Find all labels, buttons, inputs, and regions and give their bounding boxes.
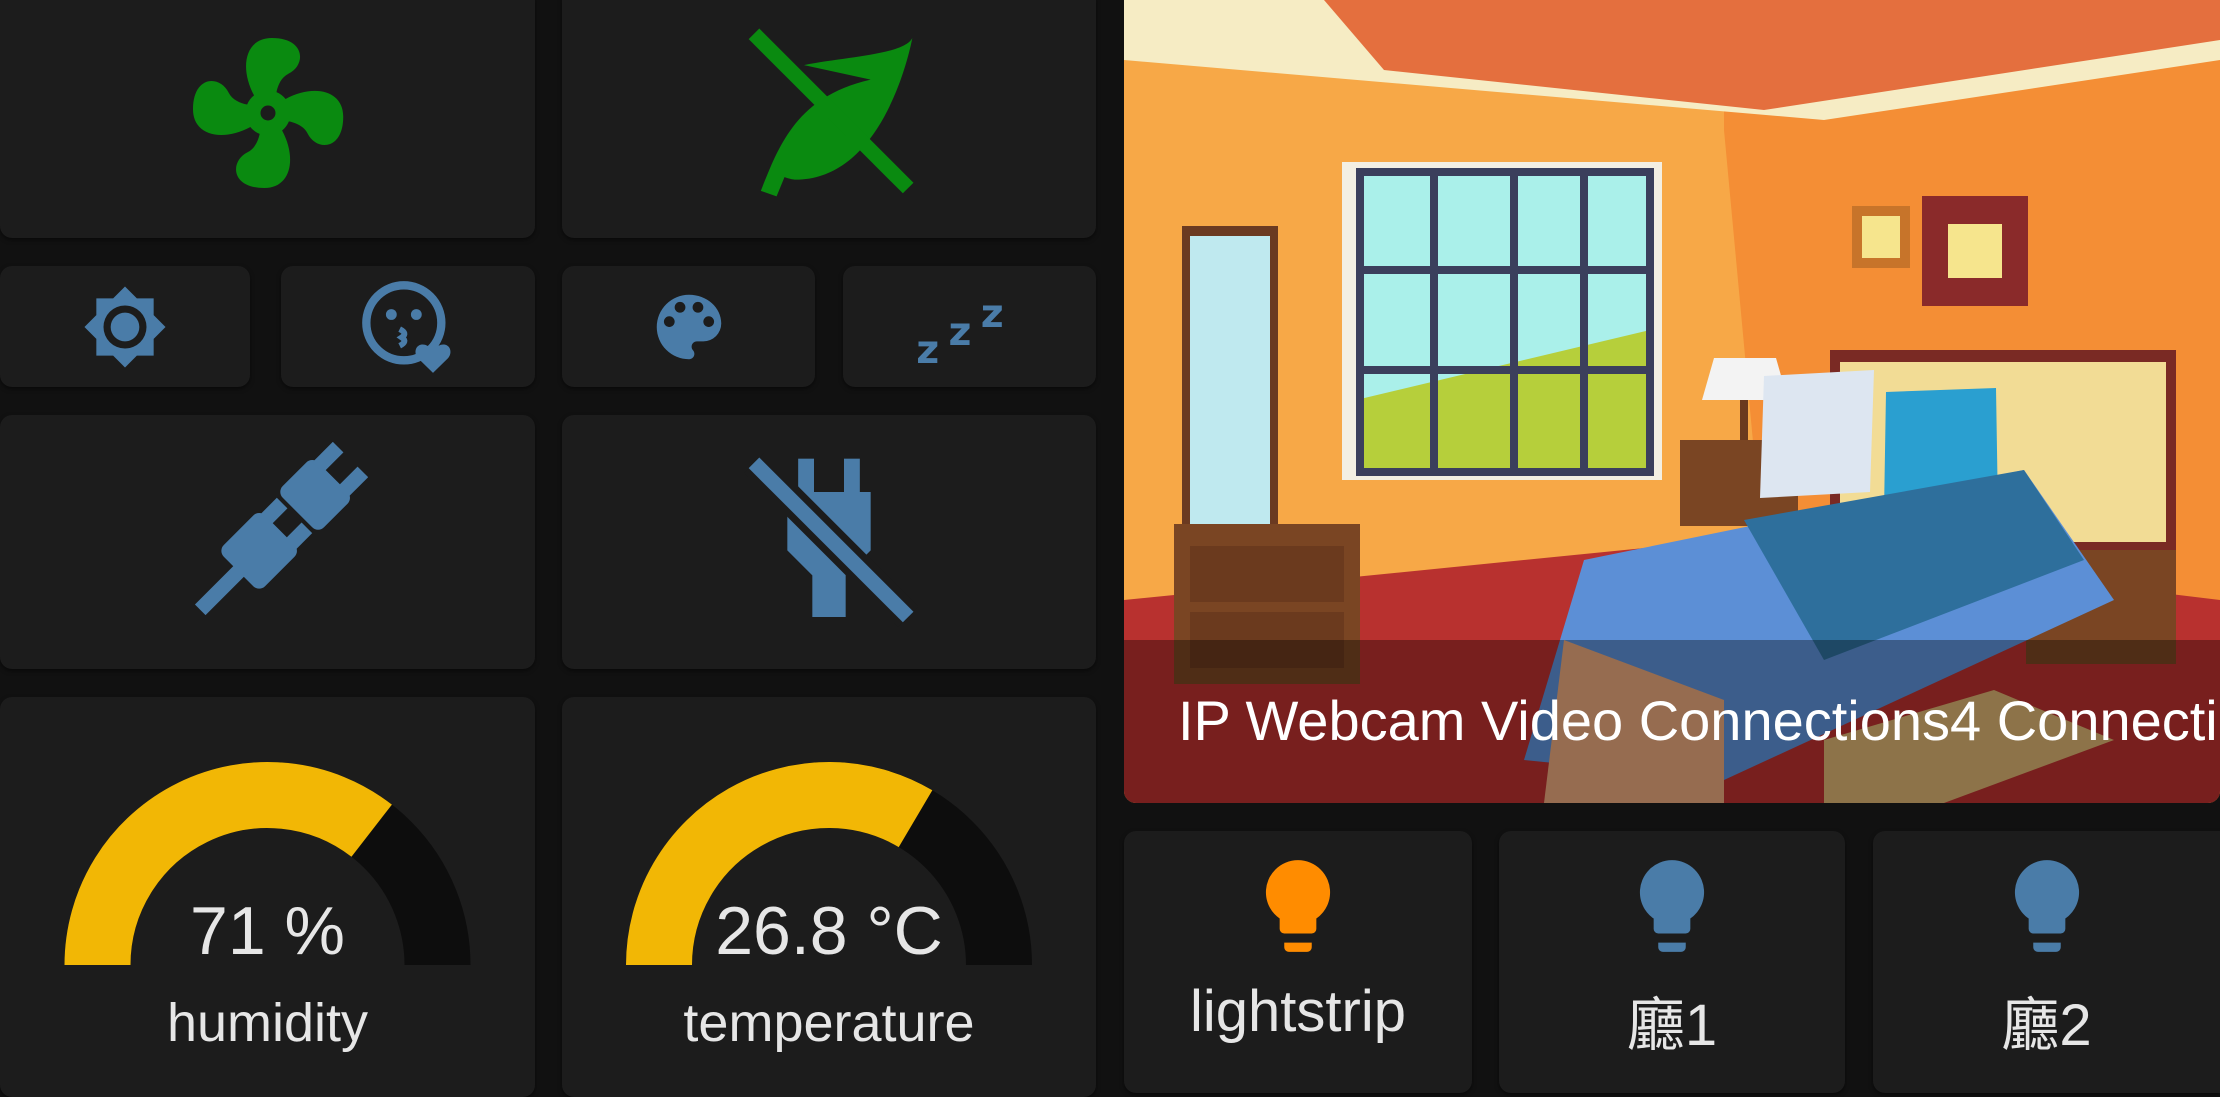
temperature-value: 26.8 °C: [715, 893, 943, 969]
fan-icon: [178, 23, 358, 203]
light-label: 廳2: [2001, 993, 2092, 1058]
kiss-button[interactable]: [281, 266, 535, 387]
temperature-label: temperature: [683, 993, 975, 1053]
lightbulb-icon: [1992, 851, 2102, 961]
light-button-hall2[interactable]: 廳2: [1873, 831, 2220, 1093]
leaf-off-button[interactable]: [562, 0, 1096, 238]
power-plug-off-button[interactable]: [562, 415, 1096, 669]
sleep-icon: z z z: [915, 284, 1025, 370]
svg-text:z: z: [948, 308, 971, 354]
camera-title: IP Webcam Video Connections4 Connections: [1178, 689, 2220, 752]
temperature-gauge-card[interactable]: 26.8 °C temperature: [562, 697, 1096, 1097]
emoticon-kiss-icon: [358, 277, 458, 377]
humidity-label: humidity: [166, 993, 369, 1053]
humidity-gauge-card[interactable]: 71 % humidity: [0, 697, 535, 1097]
lightbulb-icon: [1243, 851, 1353, 961]
lightbulb-icon: [1617, 851, 1727, 961]
leaf-off-icon: [729, 13, 929, 213]
brightness-button[interactable]: [0, 266, 250, 387]
svg-text:z: z: [916, 326, 939, 369]
power-plug-off-icon: [729, 442, 929, 642]
light-label: lightstrip: [1190, 979, 1406, 1044]
brightness-icon: [82, 284, 168, 370]
light-label: 廳1: [1626, 993, 1718, 1058]
power-plug-button[interactable]: [0, 415, 535, 669]
palette-icon: [646, 284, 732, 370]
sleep-button[interactable]: z z z: [843, 266, 1096, 387]
light-button-hall1[interactable]: 廳1: [1499, 831, 1845, 1093]
power-plug-icon: [168, 442, 368, 642]
fan-button[interactable]: [0, 0, 535, 238]
camera-card[interactable]: IP Webcam Video Connections4 Connections: [1124, 0, 2220, 803]
humidity-value: 71 %: [190, 893, 345, 969]
light-button-lightstrip[interactable]: lightstrip: [1124, 831, 1472, 1093]
palette-button[interactable]: [562, 266, 815, 387]
svg-text:z: z: [980, 291, 1003, 337]
